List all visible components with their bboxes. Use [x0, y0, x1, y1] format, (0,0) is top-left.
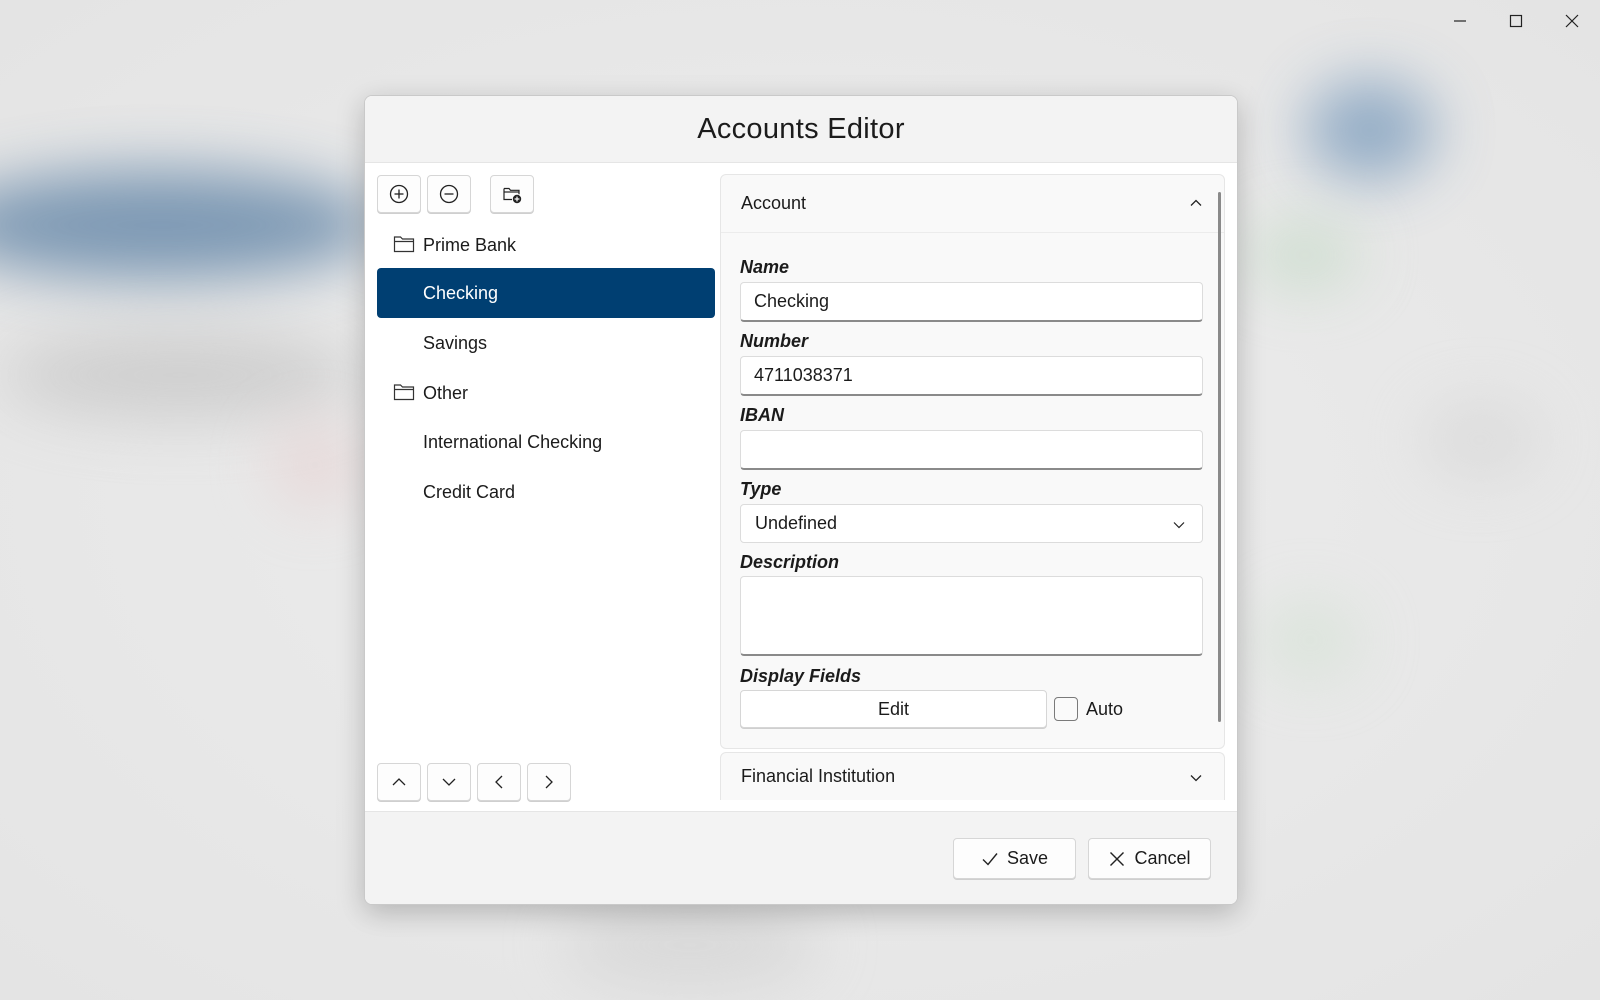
tree-item-label: Credit Card	[423, 481, 516, 502]
maximize-icon	[1509, 14, 1523, 28]
tree-item-label: Prime Bank	[423, 234, 517, 255]
folder-icon	[393, 236, 415, 253]
type-label: Type	[740, 479, 782, 499]
folder-add-icon	[503, 187, 522, 204]
type-select-value: Undefined	[755, 513, 838, 533]
chevron-up-icon	[392, 778, 406, 786]
tree-item-label: International Checking	[423, 431, 603, 452]
auto-checkbox[interactable]	[1054, 697, 1078, 721]
close-icon	[1565, 14, 1579, 28]
type-select[interactable]: Undefined	[740, 504, 1203, 543]
chevron-down-icon	[1190, 775, 1202, 782]
tree-item-savings[interactable]: Savings	[377, 318, 715, 368]
financial-institution-panel-header[interactable]: Financial Institution	[720, 752, 1225, 800]
add-account-button[interactable]	[377, 175, 421, 213]
financial-institution-title: Financial Institution	[741, 766, 896, 786]
plus-circle-icon	[389, 184, 409, 204]
auto-checkbox-label: Auto	[1086, 699, 1124, 719]
chevron-down-icon	[442, 778, 456, 786]
move-down-button[interactable]	[427, 763, 471, 801]
move-up-button[interactable]	[377, 763, 421, 801]
minimize-button[interactable]	[1432, 0, 1488, 42]
close-icon	[1110, 851, 1125, 866]
tree-item-label: Checking	[423, 282, 499, 303]
display-fields-label: Display Fields	[740, 666, 862, 686]
account-panel-title: Account	[741, 193, 807, 213]
tree-item-international-checking[interactable]: International Checking	[377, 417, 715, 467]
name-field[interactable]: Checking	[740, 282, 1203, 322]
cancel-button[interactable]: Cancel	[1088, 838, 1211, 879]
remove-account-button[interactable]	[427, 175, 471, 213]
tree-item-credit-card[interactable]: Credit Card	[377, 467, 715, 517]
add-folder-button[interactable]	[490, 175, 534, 213]
checkmark-icon	[982, 852, 998, 866]
panel-scrollbar[interactable]	[1218, 192, 1221, 722]
account-panel-header[interactable]: Account	[721, 175, 1224, 233]
move-in-button[interactable]	[527, 763, 571, 801]
chevron-left-icon	[495, 775, 503, 789]
description-label: Description	[740, 552, 840, 572]
minus-circle-icon	[439, 184, 459, 204]
chevron-right-icon	[545, 775, 553, 789]
iban-field[interactable]	[740, 430, 1203, 470]
cancel-label: Cancel	[1134, 848, 1191, 868]
tree-item-label: Other	[423, 382, 469, 403]
folder-icon	[393, 384, 415, 401]
edit-display-fields-button[interactable]: Edit	[740, 690, 1047, 728]
save-label: Save	[1006, 848, 1049, 868]
tree-folder-prime-bank[interactable]: Prime Bank	[377, 220, 715, 270]
tree-item-checking[interactable]: Checking	[377, 268, 715, 318]
number-field[interactable]: 4711038371	[740, 356, 1203, 396]
iban-label: IBAN	[740, 405, 784, 425]
close-window-button[interactable]	[1544, 0, 1600, 42]
chevron-down-icon	[1173, 522, 1185, 529]
move-out-button[interactable]	[477, 763, 521, 801]
dialog-title: Accounts Editor	[697, 112, 905, 145]
minimize-icon	[1454, 20, 1466, 22]
dialog-header: Accounts Editor	[365, 96, 1237, 163]
save-button[interactable]: Save	[953, 838, 1076, 879]
chevron-up-icon	[1190, 199, 1202, 206]
number-label: Number	[740, 331, 809, 351]
name-label: Name	[740, 257, 790, 277]
maximize-button[interactable]	[1488, 0, 1544, 42]
tree-folder-other[interactable]: Other	[377, 368, 715, 418]
tree-item-label: Savings	[423, 332, 488, 353]
description-field[interactable]	[740, 576, 1203, 656]
